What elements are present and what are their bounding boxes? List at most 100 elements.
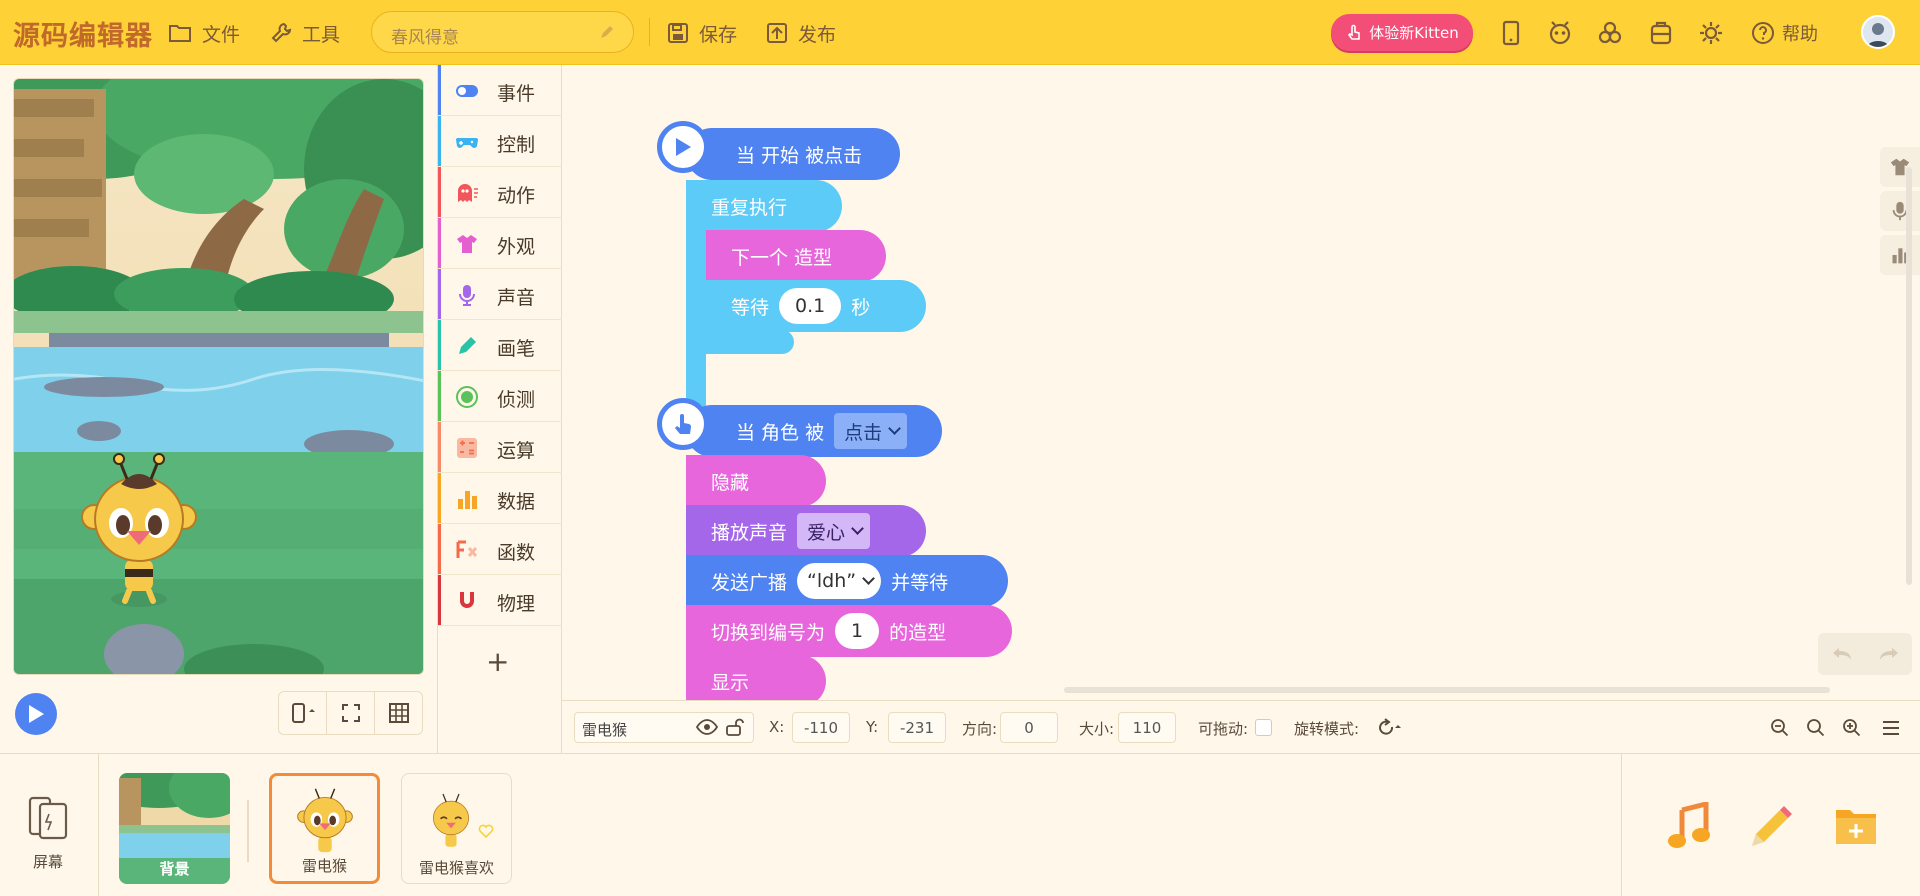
rotation-mode-dropdown-icon[interactable]	[1374, 717, 1404, 737]
next-costume-block[interactable]: 下一个 造型	[706, 230, 886, 282]
sprite-item-background[interactable]: 背景	[119, 773, 230, 884]
category-functions[interactable]: 函数	[438, 524, 562, 575]
app-logo[interactable]: 源码编辑器	[13, 14, 153, 53]
monkey-thumbnail	[297, 788, 353, 853]
category-color-bar	[438, 320, 441, 370]
user-avatar[interactable]	[1861, 15, 1895, 49]
costume-tab-button[interactable]	[1880, 147, 1920, 187]
category-label: 侦测	[497, 389, 536, 411]
category-operators[interactable]: 运算	[438, 422, 562, 473]
redo-button[interactable]	[1865, 633, 1912, 675]
more-menu-button[interactable]	[1878, 715, 1904, 741]
edit-pencil-icon	[601, 26, 613, 38]
block-text: 等待	[731, 296, 770, 319]
category-event[interactable]: 事件	[438, 65, 562, 116]
switch-costume-block[interactable]: 切换到编号为 1 的造型	[686, 605, 1012, 657]
sprite-event-dropdown[interactable]: 点击	[834, 413, 908, 449]
when-sprite-clicked-block[interactable]: 当 角色 被 点击	[686, 405, 942, 457]
search-icon	[1807, 719, 1825, 737]
folder-icon	[169, 25, 191, 42]
draggable-checkbox[interactable]	[1255, 719, 1272, 736]
hamburger-menu-icon	[1883, 721, 1899, 735]
sprite-item[interactable]: 雷电猴喜欢	[401, 773, 512, 884]
screen-tab[interactable]: 屏幕	[0, 754, 99, 896]
category-color-bar	[438, 524, 441, 574]
backpack-icon[interactable]	[1647, 19, 1675, 47]
wait-block[interactable]: 等待 0.1 秒	[706, 280, 926, 332]
tools-menu[interactable]: 工具	[270, 20, 340, 46]
sprite-name-text: 雷电猴	[582, 721, 628, 739]
wrench-icon	[271, 22, 292, 43]
screen-device-icon	[28, 796, 68, 840]
phone-preview-icon[interactable]	[1497, 19, 1525, 47]
horizontal-scrollbar[interactable]	[1064, 687, 1830, 693]
unlock-icon[interactable]	[725, 717, 745, 737]
y-coordinate-input[interactable]: -231	[888, 712, 946, 743]
category-sound[interactable]: 声音	[438, 269, 562, 320]
save-label: 保存	[699, 23, 738, 46]
data-tab-button[interactable]	[1880, 235, 1920, 275]
stage-canvas[interactable]	[13, 78, 424, 675]
project-name-field[interactable]: 春风得意	[371, 11, 634, 53]
stage-background-illustration	[14, 79, 423, 674]
robot-icon[interactable]	[1546, 19, 1574, 47]
vertical-scrollbar[interactable]	[1906, 167, 1912, 585]
direction-input[interactable]: 0	[1000, 712, 1058, 743]
broadcast-and-wait-block[interactable]: 发送广播 “ldh” 并等待	[686, 555, 1008, 607]
sprite-item-selected[interactable]: 雷电猴	[269, 773, 380, 884]
sound-tab-button[interactable]	[1880, 191, 1920, 231]
category-sensing[interactable]: 侦测	[438, 371, 562, 422]
add-extension-button[interactable]: +	[486, 645, 509, 678]
category-physics[interactable]: 物理	[438, 575, 562, 626]
undo-button[interactable]	[1818, 633, 1865, 675]
block-text: 发送广播	[711, 571, 788, 594]
size-input[interactable]: 110	[1118, 712, 1176, 743]
wait-seconds-input[interactable]: 0.1	[779, 288, 842, 324]
x-coordinate-input[interactable]: -110	[792, 712, 850, 743]
show-block[interactable]: 显示	[686, 655, 826, 700]
category-motion[interactable]: 动作	[438, 167, 562, 218]
category-data[interactable]: 数据	[438, 473, 562, 524]
toolbar-divider	[649, 18, 650, 46]
zoom-in-button[interactable]	[1839, 715, 1865, 741]
undo-redo-controls	[1818, 633, 1912, 675]
help-button[interactable]: 帮助	[1751, 20, 1818, 46]
category-control[interactable]: 控制	[438, 116, 562, 167]
music-library-icon[interactable]	[1666, 802, 1712, 850]
fullscreen-button[interactable]	[327, 692, 375, 734]
category-color-bar	[438, 116, 441, 166]
zoom-reset-button[interactable]	[1803, 715, 1829, 741]
cubes-icon[interactable]	[1596, 19, 1624, 47]
upload-folder-icon[interactable]	[1834, 804, 1878, 846]
gamepad-icon	[456, 138, 478, 148]
microphone-icon	[459, 285, 475, 306]
hide-block[interactable]: 隐藏	[686, 455, 826, 507]
file-menu[interactable]: 文件	[168, 20, 240, 46]
publish-button[interactable]: 发布	[766, 20, 836, 46]
sound-dropdown[interactable]: 爱心	[797, 513, 871, 549]
radar-icon	[456, 386, 478, 408]
code-workspace[interactable]: 当 开始 被点击 重复执行 下一个 造型 等待 0.1 秒 当 角色 被 点击 …	[562, 65, 1920, 700]
when-start-clicked-block[interactable]: 当 开始 被点击	[686, 128, 900, 180]
asset-library-tools	[1621, 754, 1920, 896]
grid-toggle-button[interactable]	[375, 692, 422, 734]
category-label: 运算	[497, 440, 536, 462]
try-kitten-button[interactable]: 体验新Kitten	[1331, 14, 1473, 51]
hand-pointer-icon	[675, 414, 692, 434]
costume-number-input[interactable]: 1	[835, 613, 880, 649]
paint-pencil-icon[interactable]	[1748, 804, 1794, 850]
category-pen[interactable]: 画笔	[438, 320, 562, 371]
repeat-forever-block[interactable]: 重复执行	[686, 180, 842, 232]
category-color-bar	[438, 167, 441, 217]
device-select-button[interactable]	[279, 692, 327, 734]
category-looks[interactable]: 外观	[438, 218, 562, 269]
zoom-out-button[interactable]	[1767, 715, 1793, 741]
save-button[interactable]: 保存	[667, 20, 737, 46]
top-bar: 源码编辑器 文件 工具 春风得意 保存 发布 体验新Kitten 帮助	[0, 0, 1920, 65]
play-sound-block[interactable]: 播放声音 爱心	[686, 505, 926, 557]
settings-gear-icon[interactable]	[1697, 19, 1725, 47]
broadcast-message-dropdown[interactable]: “ldh”	[797, 563, 882, 599]
run-button[interactable]	[15, 693, 57, 735]
block-text: 秒	[851, 296, 871, 319]
eye-visibility-icon[interactable]	[696, 719, 718, 735]
